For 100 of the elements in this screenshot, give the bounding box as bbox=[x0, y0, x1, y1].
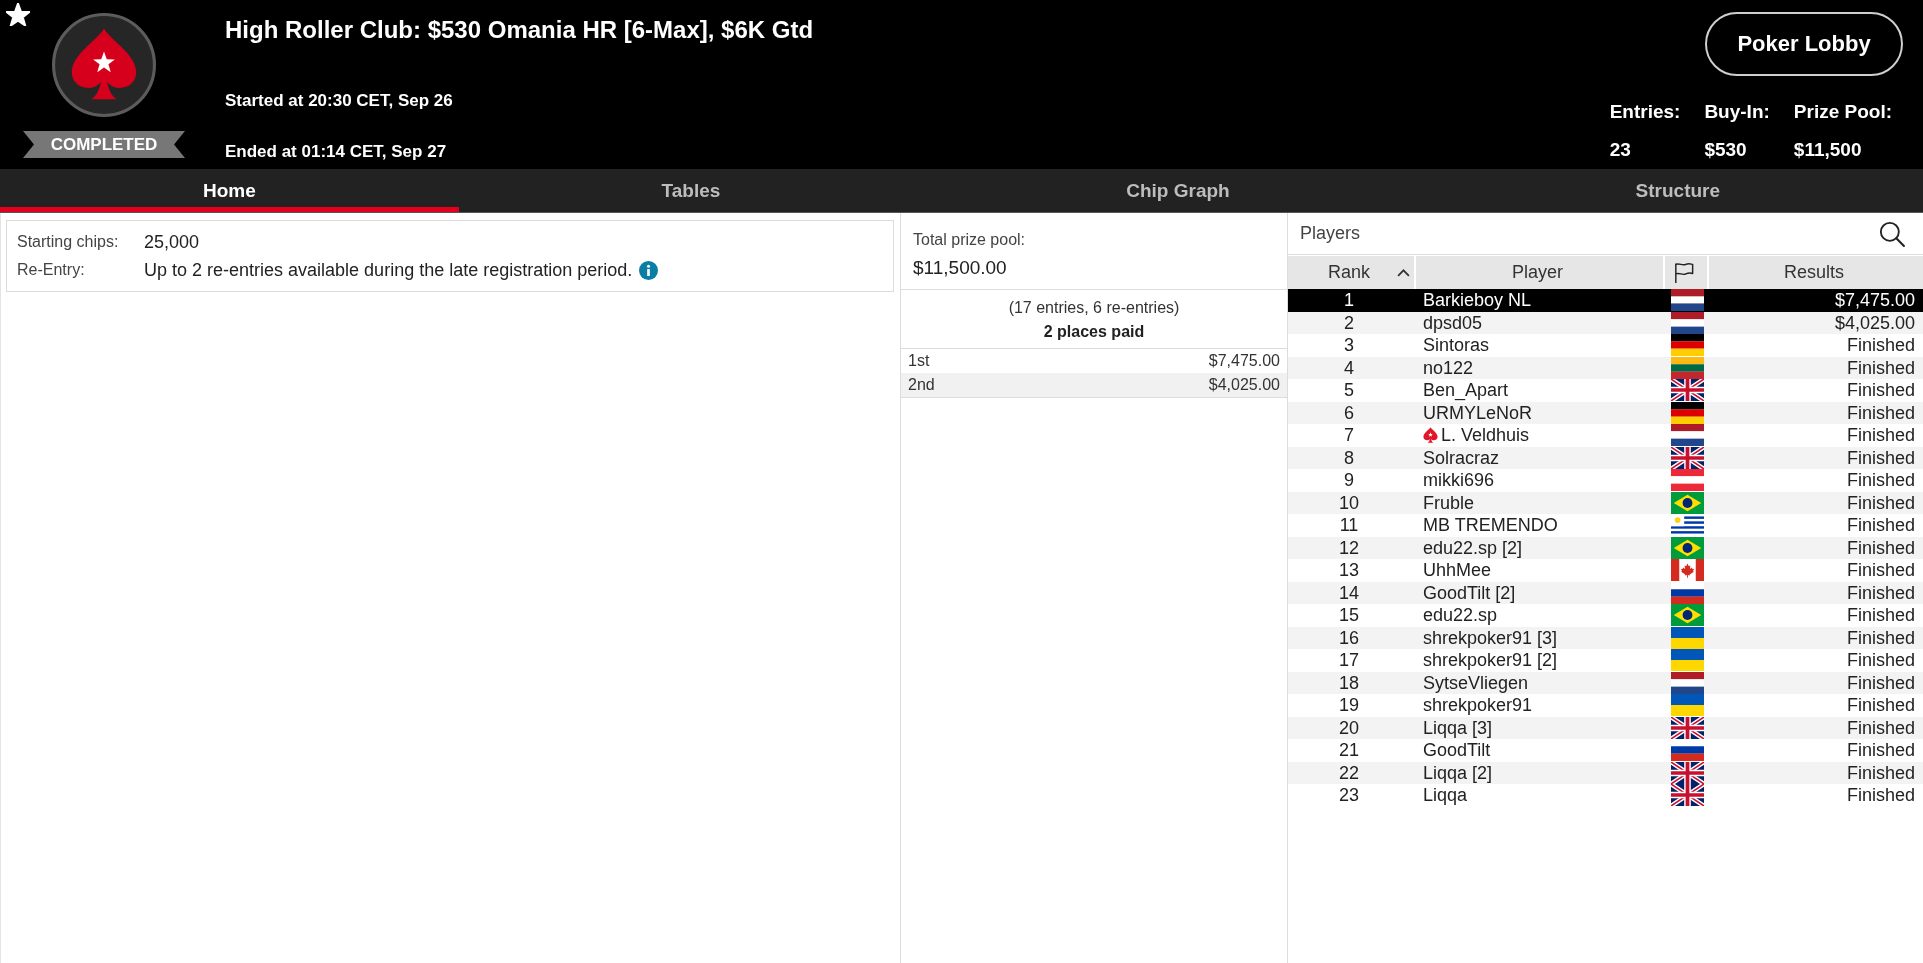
payout-place: 1st bbox=[908, 352, 930, 370]
places-paid: 2 places paid bbox=[1042, 322, 1146, 342]
stat-value: $11,500 bbox=[1793, 138, 1863, 162]
player-name: shrekpoker91 [3] bbox=[1423, 626, 1558, 649]
column-header[interactable]: Player bbox=[1416, 256, 1663, 289]
player-name: no122 bbox=[1423, 356, 1474, 379]
player-rank: 8 bbox=[1344, 447, 1354, 468]
player-result: Finished bbox=[1846, 785, 1915, 806]
player-name: Liqqa [2] bbox=[1423, 761, 1493, 784]
player-row[interactable]: 16 shrekpoker91 [3] Finished bbox=[1288, 626, 1923, 649]
player-rank: 21 bbox=[1339, 740, 1359, 761]
player-rank: 23 bbox=[1339, 785, 1359, 806]
player-name: dpsd05 bbox=[1423, 311, 1483, 334]
player-rank: 10 bbox=[1339, 492, 1359, 513]
player-result: Finished bbox=[1846, 380, 1915, 401]
detail-label: Re-Entry: bbox=[17, 261, 86, 279]
player-result: Finished bbox=[1846, 582, 1915, 603]
player-result: Finished bbox=[1846, 515, 1915, 536]
player-rank: 15 bbox=[1339, 605, 1359, 626]
player-result: Finished bbox=[1846, 695, 1915, 716]
player-name: shrekpoker91 bbox=[1423, 694, 1533, 717]
player-name: MB TREMENDO bbox=[1423, 514, 1558, 537]
player-row[interactable]: 22 Liqqa [2] Finished bbox=[1288, 761, 1923, 784]
player-rank: 19 bbox=[1339, 695, 1359, 716]
payout-amount: $7,475.00 bbox=[1208, 352, 1280, 370]
payout-place: 2nd bbox=[908, 376, 935, 394]
end-time: Ended at 01:14 CET, Sep 27 bbox=[225, 141, 448, 163]
player-row[interactable]: 10 Fruble Finished bbox=[1288, 491, 1923, 514]
player-rank: 2 bbox=[1344, 312, 1354, 333]
player-rank: 6 bbox=[1344, 402, 1354, 423]
player-result: Finished bbox=[1846, 740, 1915, 761]
player-rank: 1 bbox=[1344, 290, 1354, 311]
player-row[interactable]: 4 no122 Finished bbox=[1288, 356, 1923, 379]
player-name: UhhMee bbox=[1423, 559, 1492, 582]
poker-lobby-button[interactable]: Poker Lobby bbox=[1705, 12, 1903, 76]
player-result: Finished bbox=[1846, 672, 1915, 693]
column-header[interactable]: Results bbox=[1709, 256, 1923, 289]
prize-pool-label: Total prize pool: bbox=[913, 230, 1027, 250]
entries-note: (17 entries, 6 re-entries) bbox=[1007, 298, 1181, 318]
player-row[interactable]: 12 edu22.sp [2] Finished bbox=[1288, 536, 1923, 559]
player-result: Finished bbox=[1846, 425, 1915, 446]
tab[interactable]: Structure bbox=[1432, 169, 1923, 212]
player-row[interactable]: 14 GoodTilt [2] Finished bbox=[1288, 581, 1923, 604]
detail-label: Starting chips: bbox=[17, 233, 120, 251]
player-result: Finished bbox=[1846, 627, 1915, 648]
player-row[interactable]: 8 Solracraz Finished bbox=[1288, 446, 1923, 469]
player-rank: 14 bbox=[1339, 582, 1359, 603]
detail-value: 25,000 bbox=[144, 231, 200, 253]
player-result: Finished bbox=[1846, 560, 1915, 581]
player-row[interactable]: 2 dpsd05 $4,025.00 bbox=[1288, 311, 1923, 334]
player-result: Finished bbox=[1846, 402, 1915, 423]
player-row[interactable]: 1 Barkieboy NL $7,475.00 bbox=[1288, 289, 1923, 312]
start-time: Started at 20:30 CET, Sep 26 bbox=[225, 90, 454, 112]
star-icon[interactable] bbox=[6, 3, 30, 26]
player-rank: 7 bbox=[1344, 425, 1354, 446]
player-result: Finished bbox=[1846, 537, 1915, 558]
stat-value: $530 bbox=[1704, 138, 1748, 162]
player-row[interactable]: 20 Liqqa [3] Finished bbox=[1288, 716, 1923, 739]
player-name: Solracraz bbox=[1423, 446, 1500, 469]
player-name: shrekpoker91 [2] bbox=[1423, 649, 1558, 672]
player-name: Liqqa bbox=[1423, 784, 1468, 807]
player-name: GoodTilt bbox=[1423, 739, 1491, 762]
search-icon[interactable] bbox=[1879, 220, 1905, 247]
players-title: Players bbox=[1300, 223, 1361, 244]
player-name: Liqqa [3] bbox=[1423, 716, 1493, 739]
player-result: $4,025.00 bbox=[1834, 312, 1915, 333]
flag-column-header[interactable] bbox=[1665, 256, 1707, 289]
tab[interactable]: Home bbox=[0, 169, 459, 212]
player-rank: 16 bbox=[1339, 627, 1359, 648]
player-result: Finished bbox=[1846, 470, 1915, 491]
player-name: Sintoras bbox=[1423, 334, 1490, 357]
player-rank: 18 bbox=[1339, 672, 1359, 693]
player-rank: 13 bbox=[1339, 560, 1359, 581]
player-rank: 20 bbox=[1339, 717, 1359, 738]
player-name: edu22.sp bbox=[1423, 604, 1498, 627]
player-name: L. Veldhuis bbox=[1441, 424, 1530, 447]
player-rank: 22 bbox=[1339, 762, 1359, 783]
player-result: Finished bbox=[1846, 447, 1915, 468]
player-rank: 4 bbox=[1344, 357, 1354, 378]
column-header[interactable]: Rank bbox=[1288, 256, 1414, 289]
player-name: Barkieboy NL bbox=[1423, 289, 1532, 312]
stat-label: Buy-In: bbox=[1704, 100, 1770, 124]
player-name: Fruble bbox=[1423, 491, 1475, 514]
stat-value: 23 bbox=[1609, 138, 1632, 162]
player-row[interactable]: 6 URMYLeNoR Finished bbox=[1288, 401, 1923, 424]
player-result: Finished bbox=[1846, 762, 1915, 783]
player-result: Finished bbox=[1846, 492, 1915, 513]
player-row[interactable]: 18 SytseVliegen Finished bbox=[1288, 671, 1923, 694]
tab[interactable]: Tables bbox=[458, 169, 924, 212]
player-name: GoodTilt [2] bbox=[1423, 581, 1516, 604]
stat-label: Prize Pool: bbox=[1793, 100, 1892, 124]
flag-icon bbox=[1674, 261, 1694, 284]
info-icon[interactable] bbox=[639, 260, 659, 280]
status-banner: COMPLETED bbox=[23, 131, 185, 158]
player-rank: 12 bbox=[1339, 537, 1359, 558]
tab[interactable]: Chip Graph bbox=[923, 169, 1433, 212]
player-result: Finished bbox=[1846, 717, 1915, 738]
player-result: Finished bbox=[1846, 650, 1915, 671]
player-rank: 5 bbox=[1344, 380, 1354, 401]
tournament-title: High Roller Club: $530 Omania HR [6-Max], $6K Gtd bbox=[225, 15, 815, 45]
